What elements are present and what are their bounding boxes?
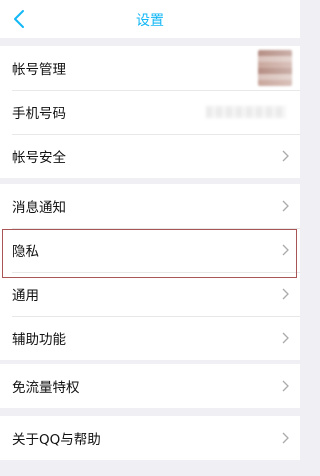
settings-item-privacy[interactable]: 隐私: [0, 228, 300, 272]
settings-item-label: 免流量特权: [12, 380, 80, 396]
settings-group-account: 帐号管理 手机号码 帐号安全: [0, 46, 300, 178]
settings-item-accessibility[interactable]: 辅助功能: [0, 316, 300, 360]
settings-item-label: 辅助功能: [12, 332, 66, 348]
avatar: [258, 50, 292, 86]
settings-item-free-data[interactable]: 免流量特权: [0, 364, 300, 408]
settings-item-label: 消息通知: [12, 200, 66, 216]
settings-group-about: 关于QQ与帮助: [0, 416, 300, 460]
settings-item-label: 帐号管理: [12, 62, 66, 78]
settings-item-label: 隐私: [12, 244, 39, 260]
settings-item-account-security[interactable]: 帐号安全: [0, 134, 300, 178]
settings-item-general[interactable]: 通用: [0, 272, 300, 316]
chevron-right-icon: [282, 288, 289, 300]
chevron-right-icon: [282, 150, 289, 162]
settings-item-label: 手机号码: [12, 106, 66, 122]
chevron-right-icon: [282, 380, 289, 392]
settings-item-label: 关于QQ与帮助: [12, 432, 101, 448]
chevron-right-icon: [282, 332, 289, 344]
settings-item-label: 通用: [12, 288, 39, 304]
chevron-right-icon: [282, 200, 289, 212]
settings-group-general: 消息通知 隐私 通用 辅助功能: [0, 184, 300, 360]
settings-item-about-help[interactable]: 关于QQ与帮助: [0, 416, 300, 460]
settings-item-account-management[interactable]: 帐号管理: [0, 46, 300, 90]
nav-bar: 设置: [0, 0, 300, 38]
phone-number-value: [206, 106, 286, 118]
chevron-right-icon: [282, 244, 289, 256]
settings-item-notifications[interactable]: 消息通知: [0, 184, 300, 228]
chevron-right-icon: [282, 432, 289, 444]
page-title: 设置: [136, 13, 164, 29]
settings-group-data: 免流量特权: [0, 364, 300, 408]
settings-item-label: 帐号安全: [12, 150, 66, 166]
settings-item-phone-number[interactable]: 手机号码: [0, 90, 300, 134]
